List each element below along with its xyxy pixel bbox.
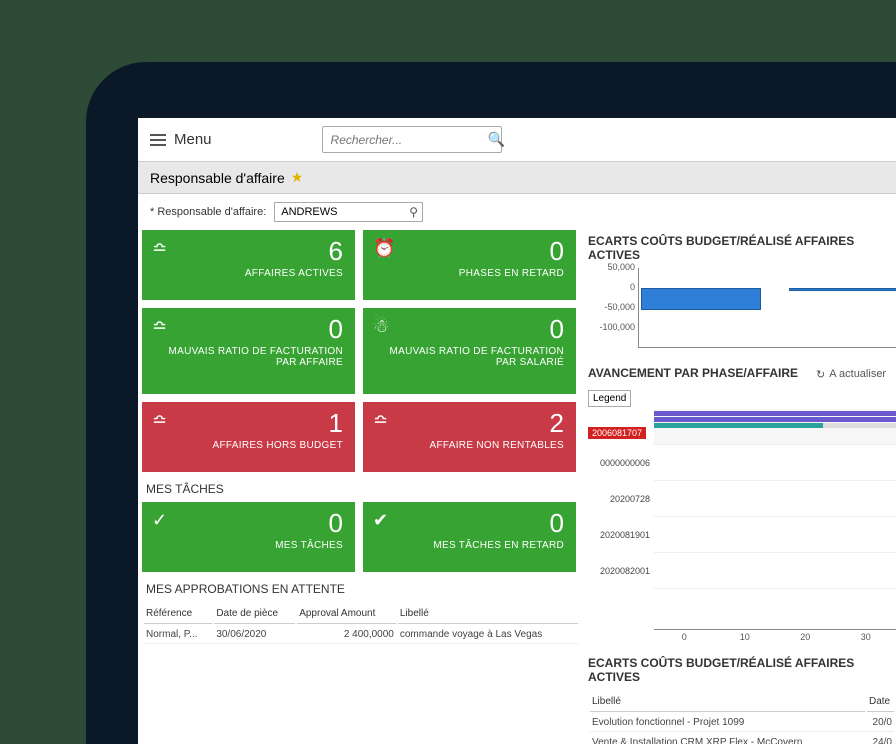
flow-icon: ≏	[152, 316, 167, 337]
table-row[interactable]: Vente & Installation CRM XRP Flex - McCo…	[590, 734, 894, 744]
person-icon: ☃	[373, 316, 389, 337]
flow-icon: ≏	[152, 410, 167, 431]
tile-value: 2	[375, 410, 564, 436]
tile-label: AFFAIRES ACTIVES	[154, 268, 343, 279]
col-date[interactable]: Date	[867, 692, 894, 712]
tile-value: 0	[375, 238, 564, 264]
section-approbations: MES APPROBATIONS EN ATTENTE	[142, 572, 580, 602]
cell-amount: 2 400,0000	[297, 626, 396, 644]
tile-label: MES TÂCHES	[154, 540, 343, 551]
section-mes-taches: MES TÂCHES	[142, 472, 580, 502]
gantt-x-axis: 0 10 20 30	[654, 629, 896, 642]
tile-label: MES TÂCHES EN RETARD	[375, 540, 564, 551]
ecarts-table: Libellé Date Evolution fonctionnel - Pro…	[588, 690, 896, 744]
col-ref[interactable]: Référence	[144, 604, 212, 624]
filter-label: * Responsable d'affaire:	[150, 206, 266, 218]
clock-icon: ⏰	[373, 238, 395, 259]
tile-value: 0	[375, 316, 564, 342]
tile-value: 0	[154, 510, 343, 536]
page-subheader: Responsable d'affaire ★	[138, 162, 896, 194]
check-circle-icon: ✔	[373, 510, 388, 531]
tile-mes-taches-retard[interactable]: ✔ 0 MES TÂCHES EN RETARD	[363, 502, 576, 572]
tile-value: 0	[154, 316, 343, 342]
tile-label: PHASES EN RETARD	[375, 268, 564, 279]
col-libelle[interactable]: Libellé	[398, 604, 578, 624]
chart-y-axis: 50,000 0 -50,000 -100,000	[591, 262, 635, 342]
cell-ref: Normal, P...	[144, 626, 212, 644]
gantt-row-tag[interactable]: 2006081707	[588, 427, 646, 439]
tile-value: 6	[154, 238, 343, 264]
hamburger-icon	[150, 134, 166, 146]
refresh-icon: ↻	[816, 368, 825, 381]
page-title: Responsable d'affaire	[150, 170, 285, 186]
table-row[interactable]: Normal, P... 30/06/2020 2 400,0000 comma…	[144, 626, 578, 644]
favorite-icon[interactable]: ★	[291, 169, 304, 186]
gantt-chart: Legend 2006081707	[588, 390, 896, 642]
approvals-table: Référence Date de pièce Approval Amount …	[142, 602, 580, 646]
lookup-icon[interactable]: ⚲	[405, 205, 422, 219]
gantt-legend[interactable]: Legend	[588, 390, 631, 407]
gantt-row: 2006081707	[588, 409, 896, 445]
tile-label: AFFAIRES HORS BUDGET	[154, 440, 343, 451]
tile-mes-taches[interactable]: ✓ 0 MES TÂCHES	[142, 502, 355, 572]
search-icon[interactable]: 🔍	[488, 131, 505, 148]
tile-label: MAUVAIS RATIO DE FACTURATION PAR AFFAIRE	[154, 346, 343, 368]
tile-value: 1	[154, 410, 343, 436]
bar-series-a[interactable]	[641, 288, 761, 310]
table-row[interactable]: Evolution fonctionnel - Projet 109920/0	[590, 714, 894, 732]
app-screen: Menu 🔍 Responsable d'affaire ★ * Respons…	[138, 118, 896, 744]
tile-value: 0	[375, 510, 564, 536]
flow-icon: ≏	[373, 410, 388, 431]
check-icon: ✓	[152, 510, 167, 531]
col-date[interactable]: Date de pièce	[214, 604, 295, 624]
device-frame: Menu 🔍 Responsable d'affaire ★ * Respons…	[86, 62, 896, 744]
filter-row: * Responsable d'affaire: ⚲	[138, 194, 896, 230]
search-input[interactable]	[331, 133, 488, 147]
col-amount[interactable]: Approval Amount	[297, 604, 396, 624]
topbar: Menu 🔍	[138, 118, 896, 162]
ecarts-chart: 50,000 0 -50,000 -100,000	[638, 268, 896, 348]
ecarts2-title: ECARTS COÛTS BUDGET/RÉALISÉ AFFAIRES ACT…	[588, 652, 896, 690]
tile-ratio-salarie[interactable]: ☃ 0 MAUVAIS RATIO DE FACTURATION PAR SAL…	[363, 308, 576, 394]
refresh-button[interactable]: ↻ A actualiser	[816, 368, 886, 381]
tile-hors-budget[interactable]: ≏ 1 AFFAIRES HORS BUDGET	[142, 402, 355, 472]
responsable-input[interactable]	[275, 203, 405, 221]
tile-label: MAUVAIS RATIO DE FACTURATION PAR SALARIÉ	[375, 346, 564, 368]
menu-button[interactable]: Menu	[150, 131, 212, 148]
avancement-title: AVANCEMENT PAR PHASE/AFFAIRE	[588, 362, 798, 386]
flow-icon: ≏	[152, 238, 167, 259]
tile-non-rentables[interactable]: ≏ 2 AFFAIRE NON RENTABLES	[363, 402, 576, 472]
bar-series-b[interactable]	[789, 288, 896, 291]
menu-label: Menu	[174, 131, 212, 148]
cell-date: 30/06/2020	[214, 626, 295, 644]
search-field[interactable]: 🔍	[322, 126, 502, 153]
col-libelle[interactable]: Libellé	[590, 692, 865, 712]
tile-phases-retard[interactable]: ⏰ 0 PHASES EN RETARD	[363, 230, 576, 300]
tile-affaires-actives[interactable]: ≏ 6 AFFAIRES ACTIVES	[142, 230, 355, 300]
tile-ratio-affaire[interactable]: ≏ 0 MAUVAIS RATIO DE FACTURATION PAR AFF…	[142, 308, 355, 394]
cell-libelle: commande voyage à Las Vegas	[398, 626, 578, 644]
tile-label: AFFAIRE NON RENTABLES	[375, 440, 564, 451]
